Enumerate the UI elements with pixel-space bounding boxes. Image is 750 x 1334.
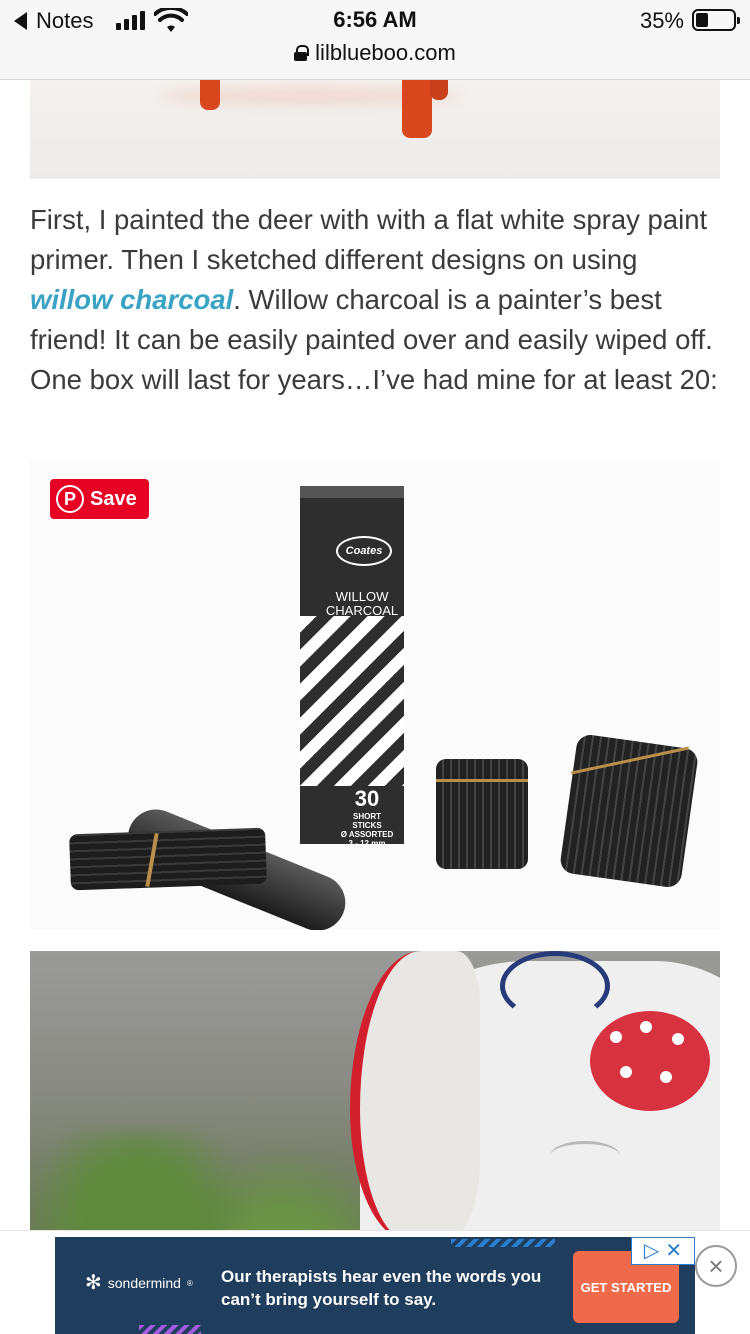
charcoal-box: Coates WILLOW CHARCOAL 30 SHORT STICKS Ø…	[300, 486, 404, 848]
willow-charcoal-link[interactable]: willow charcoal	[30, 284, 233, 315]
box-line-4: 3 - 12 mm	[348, 839, 386, 848]
sondermind-ad[interactable]: ✻ sondermind ® Our therapists hear even t…	[55, 1237, 695, 1334]
adchoices-play-icon: ▷	[643, 1240, 660, 1262]
status-bar: Notes 6:56 AM 35% lilblueboo.com	[0, 0, 750, 80]
status-time: 6:56 AM	[333, 7, 417, 32]
battery-icon	[692, 9, 740, 31]
article-paragraph: First, I painted the deer with with a fl…	[30, 200, 720, 400]
charcoal-bundle-medium	[436, 759, 528, 869]
pinterest-icon: P	[56, 485, 84, 513]
box-line-3: Ø ASSORTED	[340, 830, 394, 839]
box-label: 30 SHORT STICKS Ø ASSORTED 3 - 12 mm	[330, 786, 404, 848]
lock-icon	[294, 45, 310, 61]
coates-logo: Coates	[336, 536, 392, 566]
adchoices-close-icon: ✕	[665, 1240, 683, 1262]
charcoal-bundle-thick	[558, 733, 700, 889]
ad-brand: ✻ sondermind ®	[85, 1273, 193, 1293]
painted-vine-pattern	[500, 951, 610, 1021]
pinterest-save-label: Save	[90, 487, 137, 510]
paragraph-text-start: First, I painted the deer with with a fl…	[30, 204, 708, 275]
box-line-2: STICKS	[352, 821, 382, 830]
close-icon[interactable]: ×	[695, 1245, 737, 1287]
ad-brand-mark: ®	[186, 1278, 193, 1288]
ad-headline: Our therapists hear even the words you c…	[221, 1267, 542, 1309]
elephant-ear	[350, 951, 480, 1241]
ad-brand-name: sondermind	[107, 1275, 181, 1291]
box-title: WILLOW CHARCOAL	[325, 589, 399, 618]
box-subtitle: SHORT	[353, 812, 381, 821]
deer-legs-image	[30, 80, 720, 179]
elephant-eye	[550, 1141, 620, 1171]
sondermind-logo-icon: ✻	[85, 1272, 102, 1294]
adchoices-icon[interactable]: ▷ ✕	[631, 1237, 695, 1265]
willow-charcoal-image[interactable]: Coates WILLOW CHARCOAL 30 SHORT STICKS Ø…	[30, 459, 720, 930]
painted-flower	[590, 1011, 710, 1111]
box-count: 30	[354, 786, 380, 811]
advertisement-bar: ✻ sondermind ® Our therapists hear even t…	[0, 1230, 750, 1334]
address-bar[interactable]: lilblueboo.com	[0, 40, 750, 66]
charcoal-bundle-thin	[69, 827, 267, 891]
pinterest-save-button[interactable]: P Save	[50, 479, 149, 519]
battery-percentage: 35%	[639, 8, 684, 33]
page-url: lilblueboo.com	[315, 40, 456, 65]
